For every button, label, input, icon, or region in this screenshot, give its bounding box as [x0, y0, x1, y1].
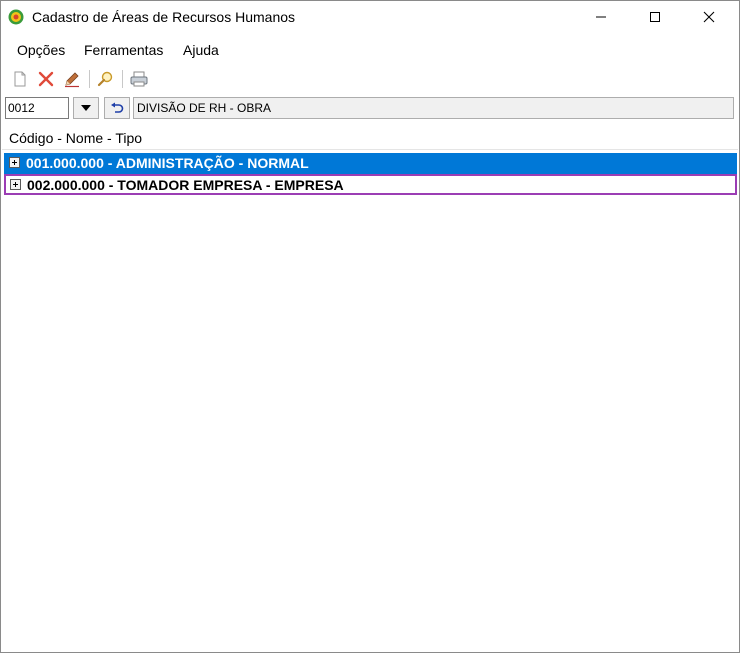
new-button[interactable]: [9, 68, 31, 90]
menu-ajuda[interactable]: Ajuda: [183, 42, 219, 58]
undo-button[interactable]: [104, 97, 130, 119]
toolbar-separator: [122, 70, 123, 88]
delete-button[interactable]: [35, 68, 57, 90]
list-column-header[interactable]: Código - Nome - Tipo: [2, 126, 738, 150]
tree-list[interactable]: 001.000.000 - ADMINISTRAÇÃO - NORMAL 002…: [4, 152, 737, 648]
minimize-icon: [596, 16, 606, 18]
toolbar-separator: [89, 70, 90, 88]
print-button[interactable]: [128, 68, 150, 90]
menu-bar: Opções Ferramentas Ajuda: [1, 38, 739, 62]
toolbar: [1, 67, 739, 93]
menu-opcoes[interactable]: Opções: [17, 42, 65, 58]
main-window: Cadastro de Áreas de Recursos Humanos Op…: [0, 0, 740, 653]
maximize-icon: [650, 12, 660, 22]
description-field: DIVISÃO DE RH - OBRA: [133, 97, 734, 119]
close-icon: [703, 11, 715, 23]
undo-icon: [111, 102, 124, 113]
menu-ferramentas[interactable]: Ferramentas: [84, 42, 163, 58]
minimize-button[interactable]: [578, 1, 624, 33]
maximize-button[interactable]: [632, 1, 678, 33]
selector-row: 0012 DIVISÃO DE RH - OBRA: [1, 96, 739, 122]
title-bar[interactable]: Cadastro de Áreas de Recursos Humanos: [1, 1, 739, 33]
edit-button[interactable]: [61, 68, 83, 90]
app-logo-icon: [8, 9, 24, 25]
edit-icon: [65, 72, 79, 88]
dropdown-arrow-icon: [81, 105, 91, 111]
code-input[interactable]: 0012: [5, 97, 69, 119]
search-icon: [97, 71, 113, 87]
new-document-icon: [14, 71, 26, 87]
tree-row[interactable]: 002.000.000 - TOMADOR EMPRESA - EMPRESA: [4, 174, 737, 195]
tree-row-selected[interactable]: 001.000.000 - ADMINISTRAÇÃO - NORMAL: [4, 153, 737, 174]
print-icon: [130, 71, 148, 87]
expand-icon[interactable]: [10, 179, 21, 190]
expand-icon[interactable]: [9, 157, 20, 168]
window-title: Cadastro de Áreas de Recursos Humanos: [32, 9, 296, 25]
search-button[interactable]: [94, 68, 116, 90]
dropdown-button[interactable]: [73, 97, 99, 119]
delete-icon: [38, 71, 54, 87]
tree-row-label: 002.000.000 - TOMADOR EMPRESA - EMPRESA: [27, 177, 344, 193]
close-button[interactable]: [686, 1, 732, 33]
tree-row-label: 001.000.000 - ADMINISTRAÇÃO - NORMAL: [26, 155, 309, 171]
